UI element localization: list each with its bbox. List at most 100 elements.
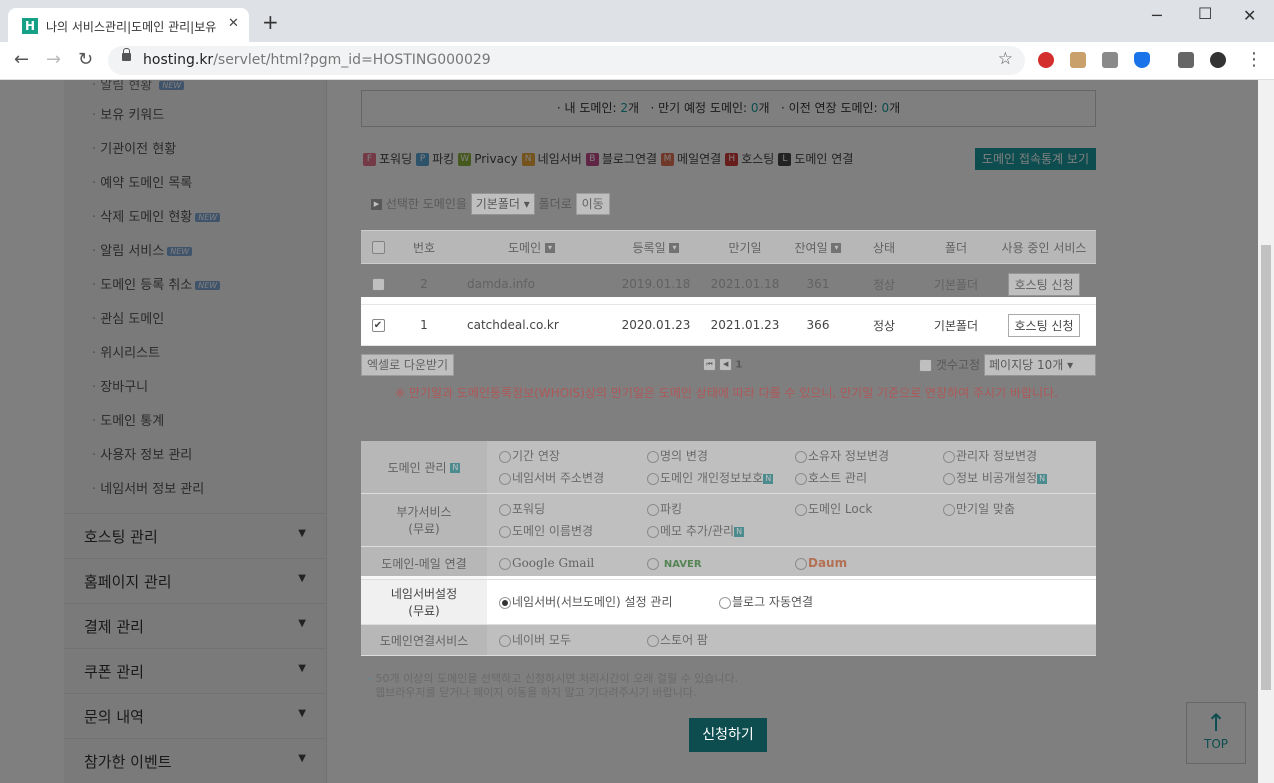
extension-adblock-icon[interactable] [1038, 52, 1054, 68]
col-label: 등록일 [632, 240, 666, 255]
first-page-icon[interactable]: ⏮ [703, 358, 716, 371]
row-no: 1 [395, 304, 453, 346]
service-label-text: 도메인 관리 [387, 460, 447, 475]
n-badge: N [763, 473, 774, 484]
option-renew[interactable]: 기간 연장 [499, 445, 647, 467]
profile-avatar-icon[interactable] [1210, 52, 1226, 68]
move-button[interactable]: 이동 [575, 193, 610, 215]
option-label: 기간 연장 [512, 449, 560, 463]
option-memo[interactable]: 메모 추가/관리 N [647, 520, 795, 542]
service-table: 도메인 관리 N 기간 연장 명의 변경 소유자 정보변경 관리자 정보변경 네임서버… [361, 441, 1096, 656]
col-label: 도메인 [508, 240, 542, 255]
option-expiry-align[interactable]: 만기일 맞춤 [943, 498, 1091, 520]
n-badge: N [734, 526, 745, 537]
forward-icon[interactable]: → [46, 51, 61, 69]
per-page-select[interactable]: 페이지당 10개 ▾ [984, 354, 1096, 376]
apply-button[interactable]: 신청하기 [689, 718, 767, 752]
service-label: 네임서버설정 (무료) [361, 579, 487, 625]
service-label-text: 네임서버설정 [390, 587, 458, 601]
extension-cast-icon[interactable] [1102, 52, 1118, 68]
row-no: 2 [395, 263, 453, 305]
page-scrollbar[interactable] [1258, 80, 1274, 783]
expiry-notice: ※ 만기일과 도메인등록정보(WHOIS)상의 만기일은 도메인 상태에 따라 … [395, 386, 1058, 400]
hosting-apply-button[interactable]: 호스팅 신청 [1008, 272, 1080, 296]
table-row: ✔ 1 catchdeal.co.kr 2020.01.23 2021.01.2… [361, 304, 1096, 346]
option-admin-info[interactable]: 관리자 정보변경 [943, 445, 1091, 467]
table-row: 2 damda.info 2019.01.18 2021.01.18 361 정… [361, 263, 1096, 305]
pager: ⏮ ◀ 1 [703, 358, 742, 371]
col-domain[interactable]: 도메인 ▾ [453, 230, 610, 264]
url-input[interactable]: hosting.kr/servlet/html?pgm_id=HOSTING00… [108, 46, 1025, 75]
select-all-checkbox[interactable] [361, 230, 395, 264]
col-status: 상태 [848, 230, 920, 264]
new-tab-icon[interactable]: + [262, 12, 279, 32]
option-forwarding[interactable]: 포워딩 [499, 498, 647, 520]
reload-icon[interactable]: ↻ [78, 51, 93, 69]
tab-close-icon[interactable]: ✕ [228, 16, 239, 31]
fix-count-checkbox[interactable]: 갯수고정 [919, 356, 980, 373]
scroll-top-button[interactable]: ↑ TOP [1186, 702, 1246, 764]
gmail-logo: Google Gmail [512, 556, 595, 570]
service-label: 부가서비스 (무료) [361, 493, 487, 547]
minimize-icon[interactable]: ─ [1152, 6, 1162, 25]
col-label: 잔여일 [794, 240, 828, 255]
option-label: 스토어 팜 [660, 633, 708, 647]
option-owner-change[interactable]: 명의 변경 [647, 445, 795, 467]
option-naver[interactable]: NAVER [647, 552, 795, 574]
scroll-thumb[interactable] [1261, 245, 1271, 690]
option-naver-modoo[interactable]: 네이버 모두 [499, 629, 647, 651]
option-parking[interactable]: 파킹 [647, 498, 795, 520]
sort-icon[interactable]: ▾ [544, 243, 555, 253]
sort-icon[interactable]: ▾ [669, 243, 680, 253]
sort-icon[interactable]: ▾ [831, 243, 842, 253]
option-rename[interactable]: 도메인 이름변경 [499, 520, 647, 542]
prev-page-icon[interactable]: ◀ [719, 358, 733, 371]
hosting-apply-button[interactable]: 호스팅 신청 [1008, 313, 1080, 337]
option-daum[interactable]: Daum [795, 552, 943, 574]
option-lock[interactable]: 도메인 Lock [795, 498, 943, 520]
col-reg[interactable]: 등록일 ▾ [610, 230, 702, 264]
option-gmail[interactable]: Google Gmail [499, 552, 647, 574]
browser-menu-icon[interactable]: ⋮ [1245, 51, 1263, 69]
bookmark-star-icon[interactable]: ☆ [998, 49, 1013, 69]
option-blog-connect[interactable]: 블로그 자동연결 [719, 591, 867, 613]
folder-select[interactable]: 기본폴더 ▾ [470, 193, 535, 215]
window-close-icon[interactable]: ✕ [1243, 6, 1256, 25]
maximize-icon[interactable]: ☐ [1198, 4, 1212, 23]
col-no: 번호 [395, 230, 453, 264]
option-privacy[interactable]: 도메인 개인정보보호 N [647, 467, 795, 489]
option-label: 네임서버 주소변경 [512, 471, 605, 485]
current-page[interactable]: 1 [735, 360, 742, 371]
browser-tab[interactable]: H 나의 서비스관리|도메인 관리|보유 ✕ [8, 8, 249, 42]
row-domain[interactable]: catchdeal.co.kr [453, 304, 610, 346]
extension-java-icon[interactable] [1070, 52, 1086, 68]
note-line: 웹브라우저를 닫거나 페이지 이동을 하지 말고 기다려주시기 바랍니다. [375, 686, 697, 699]
option-private-info[interactable]: 정보 비공개설정 N [943, 467, 1091, 489]
excel-download-button[interactable]: 엑셀로 다운받기 [361, 354, 455, 376]
address-bar: ← → ↻ hosting.kr/servlet/html?pgm_id=HOS… [0, 42, 1274, 80]
option-owner-info[interactable]: 소유자 정보변경 [795, 445, 943, 467]
url-path: /servlet/html?pgm_id=HOSTING000029 [213, 52, 491, 68]
service-label-text: (무료) [408, 604, 440, 618]
lock-icon [122, 48, 131, 61]
option-label: 메모 추가/관리 [660, 524, 735, 538]
option-label: 블로그 자동연결 [732, 595, 814, 609]
play-icon: ▶ [371, 199, 382, 210]
option-store-farm[interactable]: 스토어 팜 [647, 629, 795, 651]
extension-playlist-icon[interactable] [1178, 52, 1194, 68]
option-ns-change[interactable]: 네임서버 주소변경 [499, 467, 647, 489]
option-ns-setting[interactable]: 네임서버(서브도메인) 설정 관리 [499, 591, 719, 613]
row-checkbox[interactable] [361, 263, 395, 305]
option-label: 파킹 [660, 502, 683, 516]
option-label: 명의 변경 [660, 449, 708, 463]
col-remain[interactable]: 잔여일 ▾ [788, 230, 848, 264]
back-icon[interactable]: ← [14, 51, 29, 69]
row-checkbox[interactable]: ✔ [361, 304, 395, 346]
fix-count-label: 갯수고정 [935, 358, 980, 372]
option-host-mgmt[interactable]: 호스트 관리 [795, 467, 943, 489]
extension-shield-icon[interactable] [1134, 52, 1150, 68]
row-domain[interactable]: damda.info [453, 263, 610, 305]
service-row-nameserver: 네임서버설정 (무료) 네임서버(서브도메인) 설정 관리 블로그 자동연결 [361, 579, 1096, 625]
row-folder: 기본폴더 [920, 304, 992, 346]
option-label: 만기일 맞춤 [956, 502, 1016, 516]
